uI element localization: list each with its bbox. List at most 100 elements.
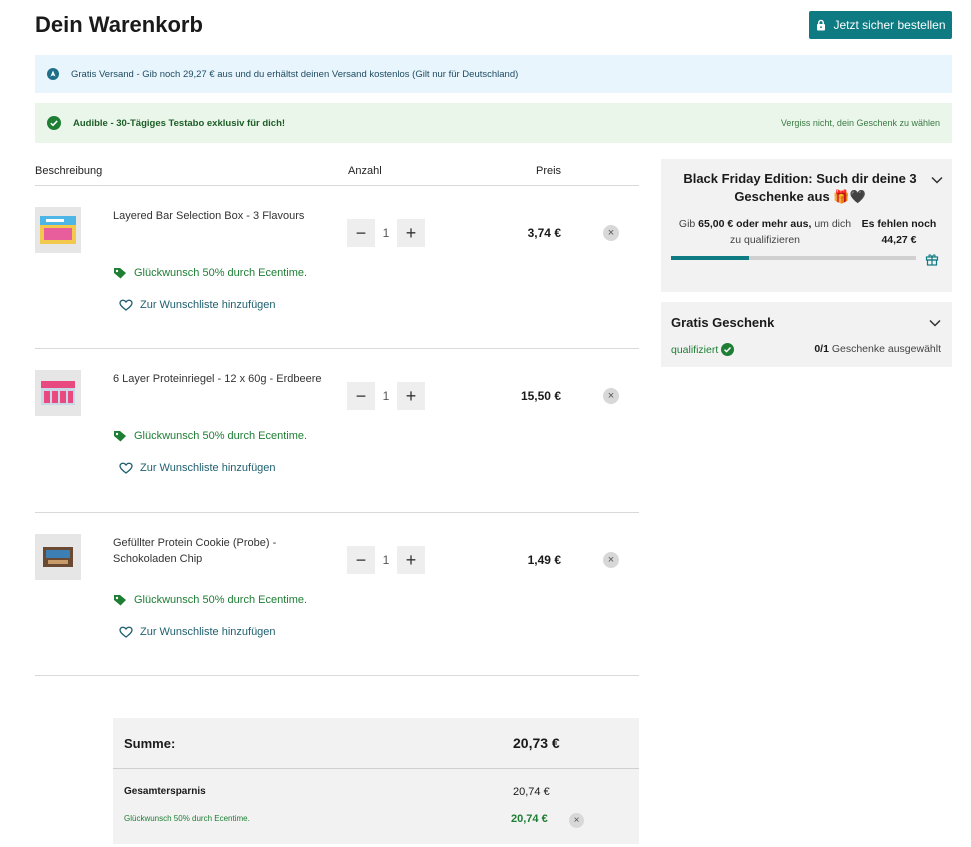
- product-image[interactable]: [35, 370, 81, 416]
- heart-icon: [119, 626, 133, 638]
- check-circle-icon: [47, 116, 61, 130]
- item-price: 3,74 €: [527, 226, 561, 240]
- gift-banner-text: Audible - 30-Tägiges Testabo exklusiv fü…: [73, 117, 286, 129]
- heart-icon: [119, 299, 133, 311]
- missing-value: 44,27 €: [881, 234, 917, 246]
- minus-icon: −: [355, 385, 367, 406]
- product-name[interactable]: Gefüllter Protein Cookie (Probe) - Schok…: [113, 535, 333, 567]
- progress-fill: [671, 256, 750, 260]
- increase-quantity-button[interactable]: +: [397, 382, 425, 410]
- savings-promo-value: 20,74 €: [511, 813, 548, 825]
- qualified-status: qualifiziert: [671, 343, 735, 356]
- product-image[interactable]: [35, 534, 81, 580]
- shipping-banner-text: Gratis Versand - Gib noch 29,27 € aus un…: [71, 68, 519, 80]
- check-circle-icon: [721, 343, 735, 356]
- total-label: Summe:: [124, 736, 176, 751]
- product-image[interactable]: [35, 207, 81, 253]
- progress-bar: [671, 256, 916, 260]
- decrease-quantity-button[interactable]: −: [347, 546, 375, 574]
- tag-icon: [114, 268, 126, 279]
- page-title: Dein Warenkorb: [35, 12, 203, 37]
- savings-label: Gesamtersparnis: [124, 786, 206, 797]
- tag-icon: [114, 431, 126, 442]
- gift-banner: Audible - 30-Tägiges Testabo exklusiv fü…: [35, 103, 952, 143]
- total-value: 20,73 €: [513, 735, 560, 751]
- column-description: Beschreibung: [35, 165, 103, 177]
- plus-icon: +: [405, 222, 417, 243]
- quantity-stepper: − 1 +: [347, 219, 425, 247]
- increase-quantity-button[interactable]: +: [397, 546, 425, 574]
- column-quantity: Anzahl: [348, 165, 382, 177]
- checkout-button-label: Jetzt sicher bestellen: [833, 18, 946, 32]
- column-price: Preis: [536, 165, 562, 177]
- item-price: 15,50 €: [520, 389, 561, 403]
- minus-icon: −: [355, 222, 367, 243]
- promo-text: Glückwunsch 50% durch Ecentime.: [134, 594, 308, 606]
- quantity-value[interactable]: 1: [375, 389, 397, 403]
- remove-item-button[interactable]: ×: [603, 388, 619, 404]
- cart-item: 6 Layer Proteinriegel - 12 x 60g - Erdbe…: [35, 349, 639, 509]
- remove-promo-button[interactable]: ×: [569, 813, 584, 828]
- qualify-prefix: Gib: [678, 218, 699, 230]
- gift-reminder-link[interactable]: Vergiss nicht, dein Geschenk zu wählen: [781, 118, 940, 128]
- row-divider: [35, 675, 639, 676]
- cart-item: Gefüllter Protein Cookie (Probe) - Schok…: [35, 513, 639, 673]
- quantity-value[interactable]: 1: [375, 553, 397, 567]
- gift-count: 0/1 Geschenke ausgewählt: [814, 343, 941, 355]
- promo-text: Glückwunsch 50% durch Ecentime.: [134, 267, 308, 279]
- gift-count-value: 0/1: [814, 343, 829, 355]
- decrease-quantity-button[interactable]: −: [347, 219, 375, 247]
- order-summary: Summe: 20,73 € Gesamtersparnis 20,74 € G…: [113, 718, 639, 844]
- item-price: 1,49 €: [527, 553, 561, 567]
- increase-quantity-button[interactable]: +: [397, 219, 425, 247]
- savings-value: 20,74 €: [513, 786, 550, 798]
- gift-icon: [925, 252, 939, 271]
- product-name[interactable]: Layered Bar Selection Box - 3 Flavours: [113, 208, 333, 224]
- add-to-wishlist-link[interactable]: Zur Wunschliste hinzufügen: [119, 626, 276, 638]
- missing-amount: Es fehlen noch 44,27 €: [857, 216, 941, 248]
- black-friday-title: Black Friday Edition: Such dir deine 3 G…: [683, 171, 917, 204]
- add-to-wishlist-link[interactable]: Zur Wunschliste hinzufügen: [119, 299, 276, 311]
- promo-note: Glückwunsch 50% durch Ecentime.: [113, 594, 307, 606]
- promo-text: Glückwunsch 50% durch Ecentime.: [134, 430, 308, 442]
- decrease-quantity-button[interactable]: −: [347, 382, 375, 410]
- gift-count-text: Geschenke ausgewählt: [828, 343, 941, 355]
- chevron-down-icon[interactable]: [929, 314, 941, 332]
- plus-icon: +: [405, 549, 417, 570]
- wishlist-text: Zur Wunschliste hinzufügen: [140, 626, 276, 638]
- gratis-gift-panel: Gratis Geschenk qualifiziert 0/1 Geschen…: [661, 302, 952, 367]
- close-icon: ×: [573, 815, 580, 826]
- add-to-wishlist-link[interactable]: Zur Wunschliste hinzufügen: [119, 462, 276, 474]
- close-icon: ×: [607, 554, 615, 566]
- wishlist-text: Zur Wunschliste hinzufügen: [140, 462, 276, 474]
- gratis-gift-title: Gratis Geschenk: [671, 315, 775, 330]
- savings-promo-label: Glückwunsch 50% durch Ecentime.: [124, 814, 250, 823]
- minus-icon: −: [355, 549, 367, 570]
- plus-icon: +: [405, 385, 417, 406]
- qualify-amount: 65,00 € oder mehr aus,: [698, 218, 812, 230]
- shipping-banner: Gratis Versand - Gib noch 29,27 € aus un…: [35, 55, 952, 93]
- remove-item-button[interactable]: ×: [603, 225, 619, 241]
- close-icon: ×: [607, 390, 615, 402]
- close-icon: ×: [607, 227, 615, 239]
- missing-label: Es fehlen noch: [861, 218, 937, 230]
- qualified-text: qualifiziert: [671, 343, 719, 356]
- promo-note: Glückwunsch 50% durch Ecentime.: [113, 430, 307, 442]
- remove-item-button[interactable]: ×: [603, 552, 619, 568]
- cart-item: Layered Bar Selection Box - 3 Flavours −…: [35, 186, 639, 346]
- promo-note: Glückwunsch 50% durch Ecentime.: [113, 267, 307, 279]
- tag-icon: [114, 595, 126, 606]
- wishlist-text: Zur Wunschliste hinzufügen: [140, 299, 276, 311]
- lock-icon: [817, 19, 826, 31]
- product-name[interactable]: 6 Layer Proteinriegel - 12 x 60g - Erdbe…: [113, 371, 333, 387]
- heart-icon: [119, 462, 133, 474]
- qualify-text: Gib 65,00 € oder mehr aus, um dich zu qu…: [675, 216, 855, 248]
- chevron-down-icon[interactable]: [931, 171, 943, 189]
- quantity-stepper: − 1 +: [347, 382, 425, 410]
- checkout-button[interactable]: Jetzt sicher bestellen: [809, 11, 952, 39]
- truck-icon: [47, 68, 59, 80]
- summary-divider: [113, 768, 639, 769]
- black-friday-panel: Black Friday Edition: Such dir deine 3 G…: [661, 159, 952, 292]
- quantity-value[interactable]: 1: [375, 226, 397, 240]
- quantity-stepper: − 1 +: [347, 546, 425, 574]
